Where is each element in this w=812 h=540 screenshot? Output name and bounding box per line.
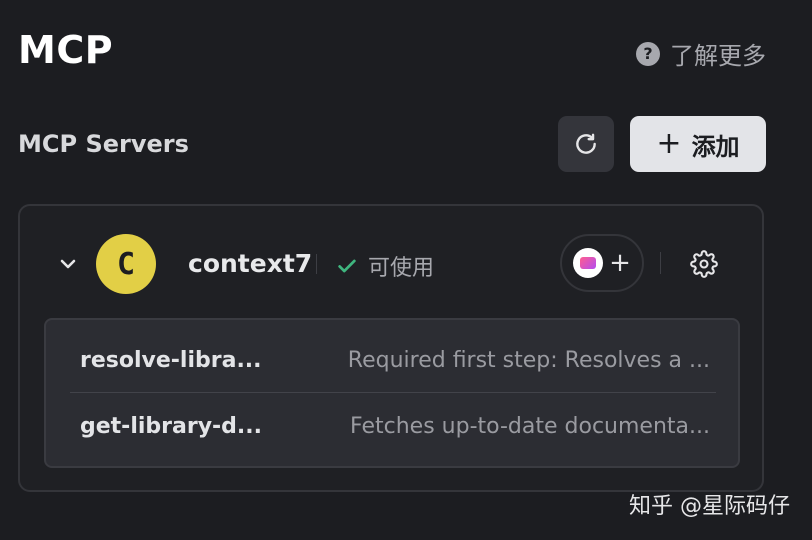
section-title: MCP Servers — [18, 130, 189, 158]
server-card: C context7 可使用 + resolve-libra... Requir… — [18, 204, 764, 492]
check-icon — [338, 259, 356, 273]
learn-more-link[interactable]: ? 了解更多 — [636, 36, 766, 71]
learn-more-label: 了解更多 — [670, 42, 766, 70]
watermark: 知乎 @星际码仔 — [629, 494, 790, 519]
chevron-down-icon[interactable] — [56, 252, 80, 276]
tools-panel: resolve-libra... Required first step: Re… — [44, 318, 740, 468]
help-icon: ? — [636, 41, 660, 66]
gear-icon[interactable] — [690, 250, 718, 278]
tool-description: Fetches up-to-date documenta... — [350, 414, 710, 439]
status-label: 可使用 — [368, 256, 435, 281]
tool-name: get-library-d... — [80, 414, 260, 439]
tool-row[interactable]: resolve-libra... Required first step: Re… — [70, 327, 716, 393]
tool-row[interactable]: get-library-d... Fetches up-to-date docu… — [70, 393, 716, 459]
refresh-icon — [576, 133, 596, 154]
plus-icon: + — [656, 126, 682, 161]
plus-icon: + — [609, 248, 631, 278]
add-to-app-button[interactable]: + — [560, 234, 644, 292]
tool-name: resolve-libra... — [80, 348, 260, 373]
app-icon — [573, 248, 604, 278]
page-title: MCP — [18, 28, 114, 72]
status-badge: 可使用 — [336, 250, 434, 282]
tool-description: Required first step: Resolves a ... — [347, 348, 710, 373]
add-button-label: 添加 — [691, 132, 740, 161]
pill-divider — [660, 252, 661, 274]
add-server-button[interactable]: + 添加 — [630, 116, 766, 172]
refresh-button[interactable] — [558, 116, 614, 172]
server-avatar: C — [96, 234, 156, 294]
name-divider — [316, 254, 317, 274]
server-name: context7 — [188, 249, 313, 278]
